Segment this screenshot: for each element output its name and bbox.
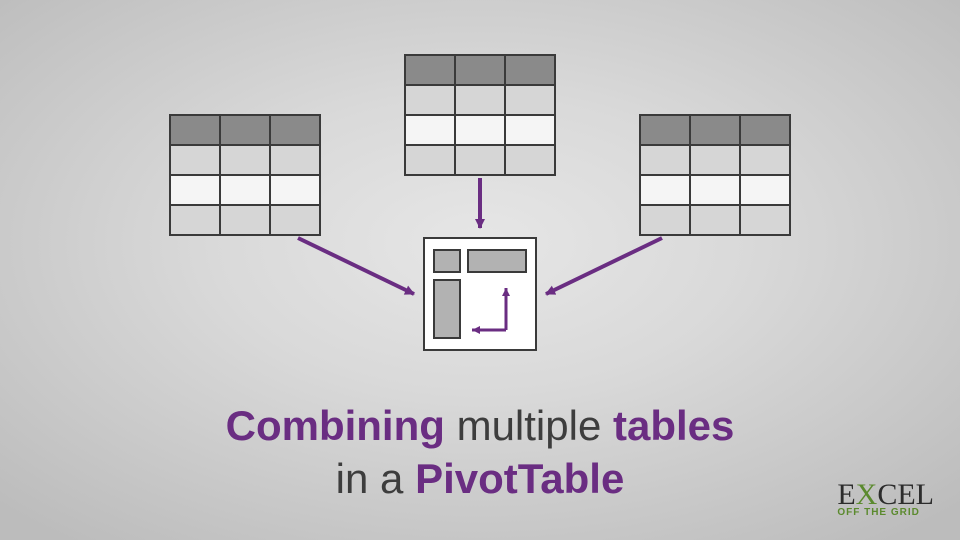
caption-word-5: PivotTable: [415, 455, 624, 502]
logo-tagline: OFF THE GRID: [837, 509, 934, 516]
caption-word-1: Combining: [226, 402, 445, 449]
pivot-table-icon: [424, 238, 536, 350]
source-table-left: [170, 115, 320, 235]
brand-logo: EXCEL OFF THE GRID: [837, 484, 934, 516]
diagram-svg: [0, 0, 960, 400]
slide: Combining multiple tables in a PivotTabl…: [0, 0, 960, 540]
slide-caption: Combining multiple tables in a PivotTabl…: [0, 400, 960, 505]
logo-wordmark: EXCEL: [837, 484, 934, 505]
caption-word-4: in a: [336, 455, 404, 502]
source-table-right: [640, 115, 790, 235]
source-table-center: [405, 55, 555, 175]
caption-word-2: multiple: [457, 402, 602, 449]
caption-word-3: tables: [613, 402, 734, 449]
